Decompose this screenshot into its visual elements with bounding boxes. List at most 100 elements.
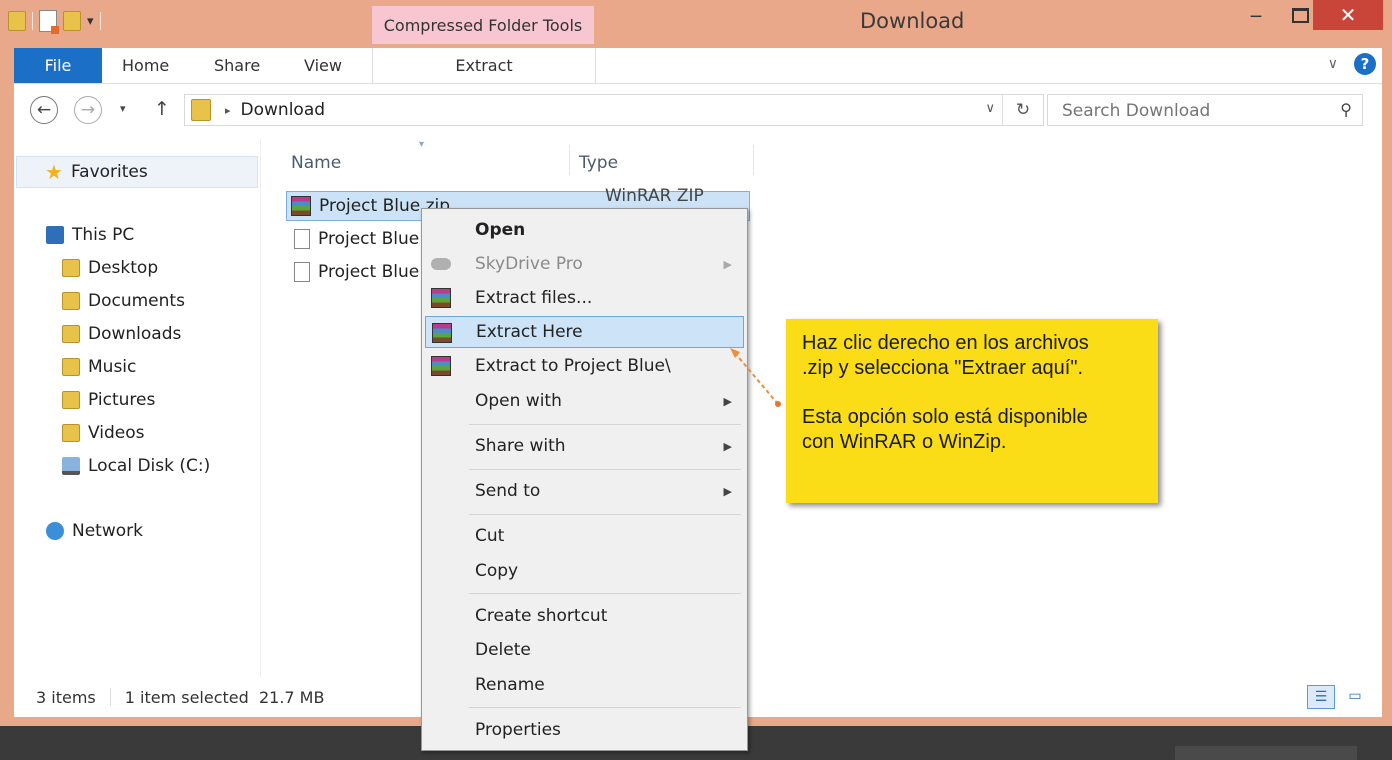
menu-item-label: Send to: [475, 481, 541, 501]
sidebar-item-label: Network: [72, 521, 143, 541]
refresh-button[interactable]: ↻: [1002, 95, 1043, 125]
documents-folder-icon: [62, 292, 80, 310]
callout-text: Haz clic derecho en los archivos .zip y …: [802, 332, 1089, 379]
sidebar-item-label: Favorites: [70, 162, 148, 182]
title-bar: ▾ Compressed Folder Tools Download ‒ ✕: [0, 0, 1392, 44]
winrar-icon: [291, 196, 311, 216]
context-menu: Open SkyDrive Pro ▶ Extract files... Ext…: [421, 208, 748, 751]
tab-extract[interactable]: Extract: [372, 48, 596, 83]
sidebar-item-music[interactable]: Music: [62, 357, 136, 377]
search-icon[interactable]: ⚲: [1340, 100, 1352, 119]
tab-home[interactable]: Home: [122, 48, 169, 83]
column-divider[interactable]: [569, 145, 570, 175]
minimize-button[interactable]: ‒: [1234, 0, 1278, 30]
menu-item-label: Extract files...: [475, 288, 593, 308]
breadcrumb-download[interactable]: Download: [241, 100, 326, 120]
menu-item-properties[interactable]: Properties: [425, 714, 744, 746]
properties-icon[interactable]: [39, 10, 59, 34]
menu-item-open-with[interactable]: Open with ▶: [425, 385, 744, 417]
submenu-arrow-icon: ▶: [723, 439, 732, 453]
sidebar-item-desktop[interactable]: Desktop: [62, 258, 158, 278]
menu-item-label: Cut: [475, 526, 505, 546]
tab-view[interactable]: View: [304, 48, 342, 83]
sidebar-item-videos[interactable]: Videos: [62, 423, 145, 443]
sidebar-item-label: This PC: [72, 225, 135, 245]
navigation-pane: ★ Favorites This PC Desktop Documents Do…: [14, 139, 261, 677]
menu-item-cut[interactable]: Cut: [425, 520, 744, 552]
compressed-folder-tools-group: Compressed Folder Tools: [372, 6, 594, 44]
menu-item-label: Open with: [475, 391, 562, 411]
toolbar-divider: [99, 12, 101, 30]
sidebar-item-pictures[interactable]: Pictures: [62, 390, 155, 410]
menu-item-label: Properties: [475, 720, 561, 740]
sidebar-item-label: Desktop: [88, 258, 159, 278]
recent-locations-icon[interactable]: ▾: [120, 102, 126, 115]
help-icon[interactable]: ?: [1354, 53, 1376, 75]
column-header-type[interactable]: Type: [579, 153, 618, 173]
folder-icon[interactable]: [8, 11, 26, 31]
tab-file[interactable]: File: [14, 48, 102, 83]
expand-ribbon-icon[interactable]: ∨: [1328, 56, 1338, 72]
file-name: Project Blue: [318, 229, 420, 249]
submenu-arrow-icon: ▶: [723, 394, 732, 408]
large-icons-view-icon[interactable]: ▭: [1342, 685, 1368, 707]
network-icon: [46, 522, 64, 540]
menu-item-label: Share with: [475, 436, 566, 456]
column-divider[interactable]: [753, 145, 754, 175]
menu-separator: [469, 424, 741, 425]
menu-item-send-to[interactable]: Send to ▶: [425, 475, 744, 507]
new-folder-icon[interactable]: [63, 11, 81, 31]
close-button[interactable]: ✕: [1313, 0, 1383, 30]
file-icon: [294, 229, 310, 249]
instruction-callout: Haz clic derecho en los archivos .zip y …: [786, 319, 1158, 503]
file-row[interactable]: Project Blue: [286, 257, 419, 287]
menu-item-delete[interactable]: Delete: [425, 634, 744, 666]
sidebar-item-label: Videos: [88, 423, 145, 443]
menu-item-create-shortcut[interactable]: Create shortcut: [425, 600, 744, 632]
sidebar-item-documents[interactable]: Documents: [62, 291, 185, 311]
menu-item-label: Extract Here: [476, 322, 583, 342]
menu-item-extract-to-folder[interactable]: Extract to Project Blue\: [425, 350, 744, 382]
sidebar-item-local-disk[interactable]: Local Disk (C:): [62, 456, 210, 476]
file-row[interactable]: Project Blue: [286, 224, 419, 254]
submenu-arrow-icon: ▶: [723, 257, 732, 271]
menu-item-skydrive-pro[interactable]: SkyDrive Pro ▶: [425, 248, 744, 280]
tab-share[interactable]: Share: [214, 48, 260, 83]
sidebar-item-label: Documents: [88, 291, 185, 311]
details-view-icon[interactable]: ☰: [1307, 685, 1335, 709]
back-button[interactable]: ←: [30, 96, 58, 124]
folder-icon: [191, 99, 211, 121]
downloads-folder-icon: [62, 325, 80, 343]
menu-item-copy[interactable]: Copy: [425, 555, 744, 587]
up-button[interactable]: ↑: [154, 98, 170, 120]
forward-button[interactable]: →: [74, 96, 102, 124]
menu-item-open[interactable]: Open: [425, 214, 744, 246]
search-input[interactable]: [1060, 99, 1324, 123]
menu-item-rename[interactable]: Rename: [425, 669, 744, 701]
selection-info: 1 item selected 21.7 MB: [124, 687, 325, 707]
search-box: ⚲: [1047, 94, 1363, 126]
sidebar-item-this-pc[interactable]: This PC: [46, 225, 134, 245]
breadcrumb-chevron-icon[interactable]: ▸: [225, 104, 231, 117]
status-divider: [109, 688, 111, 706]
menu-item-label: Extract to Project Blue\: [475, 356, 671, 376]
address-history-dropdown-icon[interactable]: ∨: [985, 101, 995, 116]
menu-item-extract-here[interactable]: Extract Here: [425, 316, 744, 348]
star-icon: ★: [45, 160, 63, 184]
menu-separator: [469, 707, 741, 708]
column-header-name[interactable]: Name: [291, 153, 341, 173]
customize-toolbar-dropdown-icon[interactable]: ▾: [87, 14, 94, 29]
menu-separator: [469, 514, 741, 515]
menu-item-share-with[interactable]: Share with ▶: [425, 430, 744, 462]
winrar-icon: [432, 323, 452, 343]
address-field[interactable]: ▸ Download ∨ ↻: [184, 94, 1044, 126]
menu-item-label: SkyDrive Pro: [475, 254, 583, 274]
ribbon-tabs: File Home Share View Extract ∨ ?: [14, 48, 1382, 84]
sidebar-item-favorites[interactable]: ★ Favorites: [16, 156, 258, 188]
menu-item-extract-files[interactable]: Extract files...: [425, 282, 744, 314]
sidebar-item-network[interactable]: Network: [46, 521, 143, 541]
taskbar: [1175, 746, 1357, 760]
sidebar-item-downloads[interactable]: Downloads: [62, 324, 181, 344]
winrar-icon: [431, 288, 451, 308]
file-name: Project Blue: [318, 262, 420, 282]
